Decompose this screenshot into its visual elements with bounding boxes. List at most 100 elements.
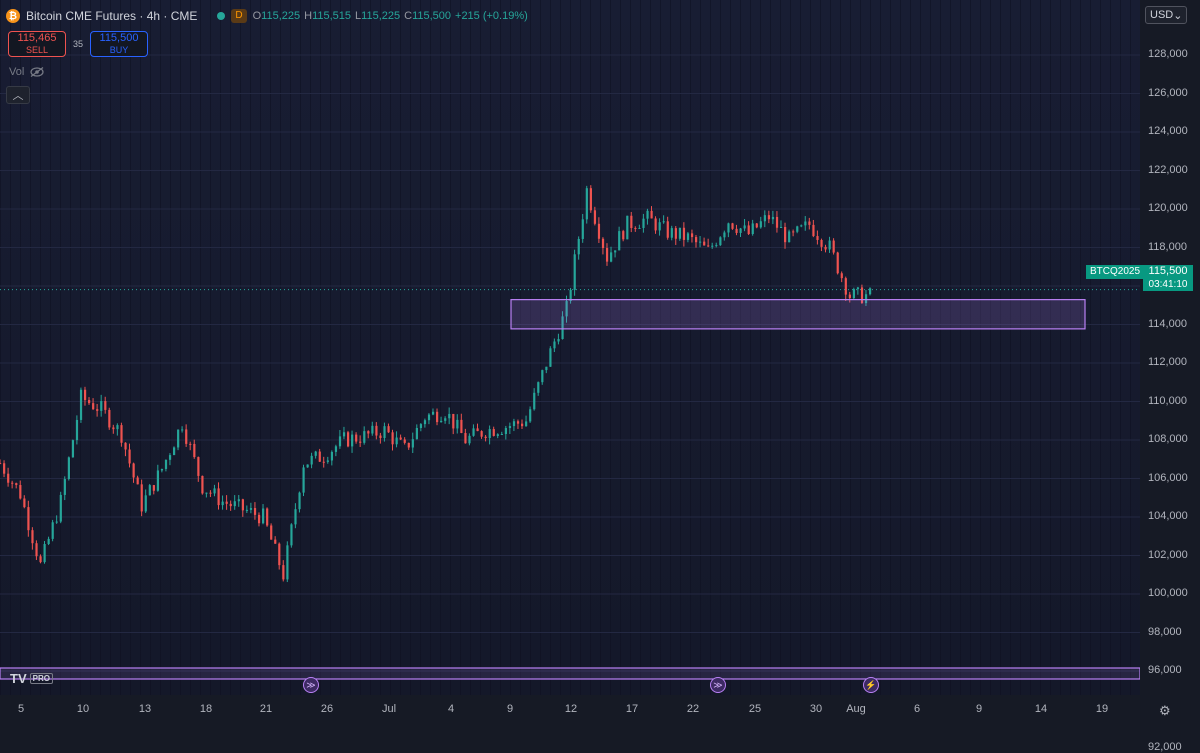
candle-body <box>403 439 406 443</box>
grid-band <box>1050 0 1051 695</box>
candle-body <box>177 429 180 448</box>
dividends-icon[interactable]: ≫ <box>710 677 726 693</box>
candle-body <box>359 441 362 443</box>
candle-body <box>751 223 754 235</box>
candle-body <box>419 424 423 429</box>
candle-body <box>318 451 321 462</box>
grid-band <box>350 0 351 695</box>
chart-title[interactable]: Bitcoin CME Futures · 4h · CME <box>26 9 197 23</box>
candle-body <box>723 232 726 238</box>
candle-body <box>775 216 779 228</box>
grid-band <box>290 0 291 695</box>
candle-body <box>96 409 99 411</box>
volume-indicator[interactable]: Vol <box>9 66 44 78</box>
grid-band <box>540 0 541 695</box>
buy-label: BUY <box>109 45 129 55</box>
candle-body <box>19 485 22 499</box>
candle-body <box>347 432 350 447</box>
grid-band <box>120 0 121 695</box>
price-tick-label: 126,000 <box>1148 86 1188 99</box>
grid-band <box>380 0 381 695</box>
candle-body <box>181 429 184 431</box>
candle-body <box>326 460 329 462</box>
grid-band <box>880 0 881 695</box>
candle-body <box>440 420 443 423</box>
candle-body <box>812 224 815 237</box>
candle-body <box>464 433 467 444</box>
candle-body <box>23 498 26 508</box>
candle-body <box>197 457 200 476</box>
grid-band <box>140 0 141 695</box>
candle-body <box>869 288 872 295</box>
grid-band <box>1100 0 1101 695</box>
open-key: O <box>252 10 262 22</box>
grid-band <box>860 0 861 695</box>
candle-body <box>731 223 734 229</box>
price-tick-label: 122,000 <box>1148 163 1188 176</box>
candle-body <box>484 436 487 439</box>
candle-body <box>55 521 58 523</box>
candle-body <box>529 409 532 422</box>
grid-band <box>420 0 421 695</box>
grid-band <box>1130 0 1131 695</box>
time-tick-label: 9 <box>506 703 514 715</box>
time-tick-label: 4 <box>447 703 455 715</box>
price-tick-label: 120,000 <box>1148 202 1188 214</box>
time-tick-label: 26 <box>320 703 334 715</box>
buy-button[interactable]: 115,500 BUY <box>90 31 148 57</box>
time-axis[interactable] <box>0 695 1200 722</box>
candle-body <box>104 401 107 410</box>
low-value: 115,225 <box>361 10 401 22</box>
candlestick-chart[interactable] <box>0 0 1140 695</box>
candle-body <box>278 543 281 566</box>
currency-selector[interactable]: USD ⌄ <box>1145 6 1187 24</box>
candle-body <box>241 499 244 511</box>
grid-band <box>930 0 931 695</box>
candle-body <box>488 429 491 439</box>
chevron-down-icon: ⌄ <box>1173 9 1183 22</box>
grid-band <box>820 0 821 695</box>
candle-body <box>832 240 835 253</box>
grid-band <box>490 0 491 695</box>
dividends-icon[interactable]: ≫ <box>303 677 319 693</box>
candle-body <box>654 218 657 231</box>
candle-body <box>144 495 147 512</box>
sell-button[interactable]: 115,465 SELL <box>8 31 66 57</box>
candle-body <box>298 492 301 510</box>
candle-body <box>852 289 856 299</box>
chart-pane[interactable] <box>0 0 1140 695</box>
grid-band <box>910 0 911 695</box>
candle-body <box>201 475 204 494</box>
candle-body <box>156 470 160 491</box>
candle-body <box>456 419 459 429</box>
candle-body <box>92 403 95 410</box>
tradingview-logo[interactable]: TV PRO <box>10 671 53 686</box>
candle-body <box>387 426 390 433</box>
grid-band <box>70 0 71 695</box>
candle-body <box>59 494 62 522</box>
candle-body <box>39 556 42 563</box>
candle-body <box>593 210 597 224</box>
candle-body <box>634 227 637 229</box>
candle-body <box>610 252 613 262</box>
candle-body <box>670 228 673 238</box>
eye-slash-icon[interactable] <box>30 67 44 77</box>
candle-body <box>322 461 325 463</box>
grid-band <box>1120 0 1121 695</box>
lightning-icon[interactable]: ⚡ <box>863 677 879 693</box>
candle-body <box>816 236 819 240</box>
candle-body <box>136 477 139 485</box>
grid-band <box>20 0 21 695</box>
collapse-legend-button[interactable]: ︿ <box>6 86 30 104</box>
candle-body <box>229 503 232 507</box>
candle-body <box>249 508 253 510</box>
candle-body <box>468 435 471 444</box>
gear-icon[interactable]: ⚙ <box>1159 703 1171 719</box>
candle-body <box>743 225 746 229</box>
candle-body <box>820 239 823 247</box>
candle-body <box>840 273 843 279</box>
open-value: 115,225 <box>261 10 301 22</box>
candle-body <box>618 231 621 251</box>
time-tick-label: 17 <box>625 703 639 715</box>
grid-band <box>300 0 301 695</box>
